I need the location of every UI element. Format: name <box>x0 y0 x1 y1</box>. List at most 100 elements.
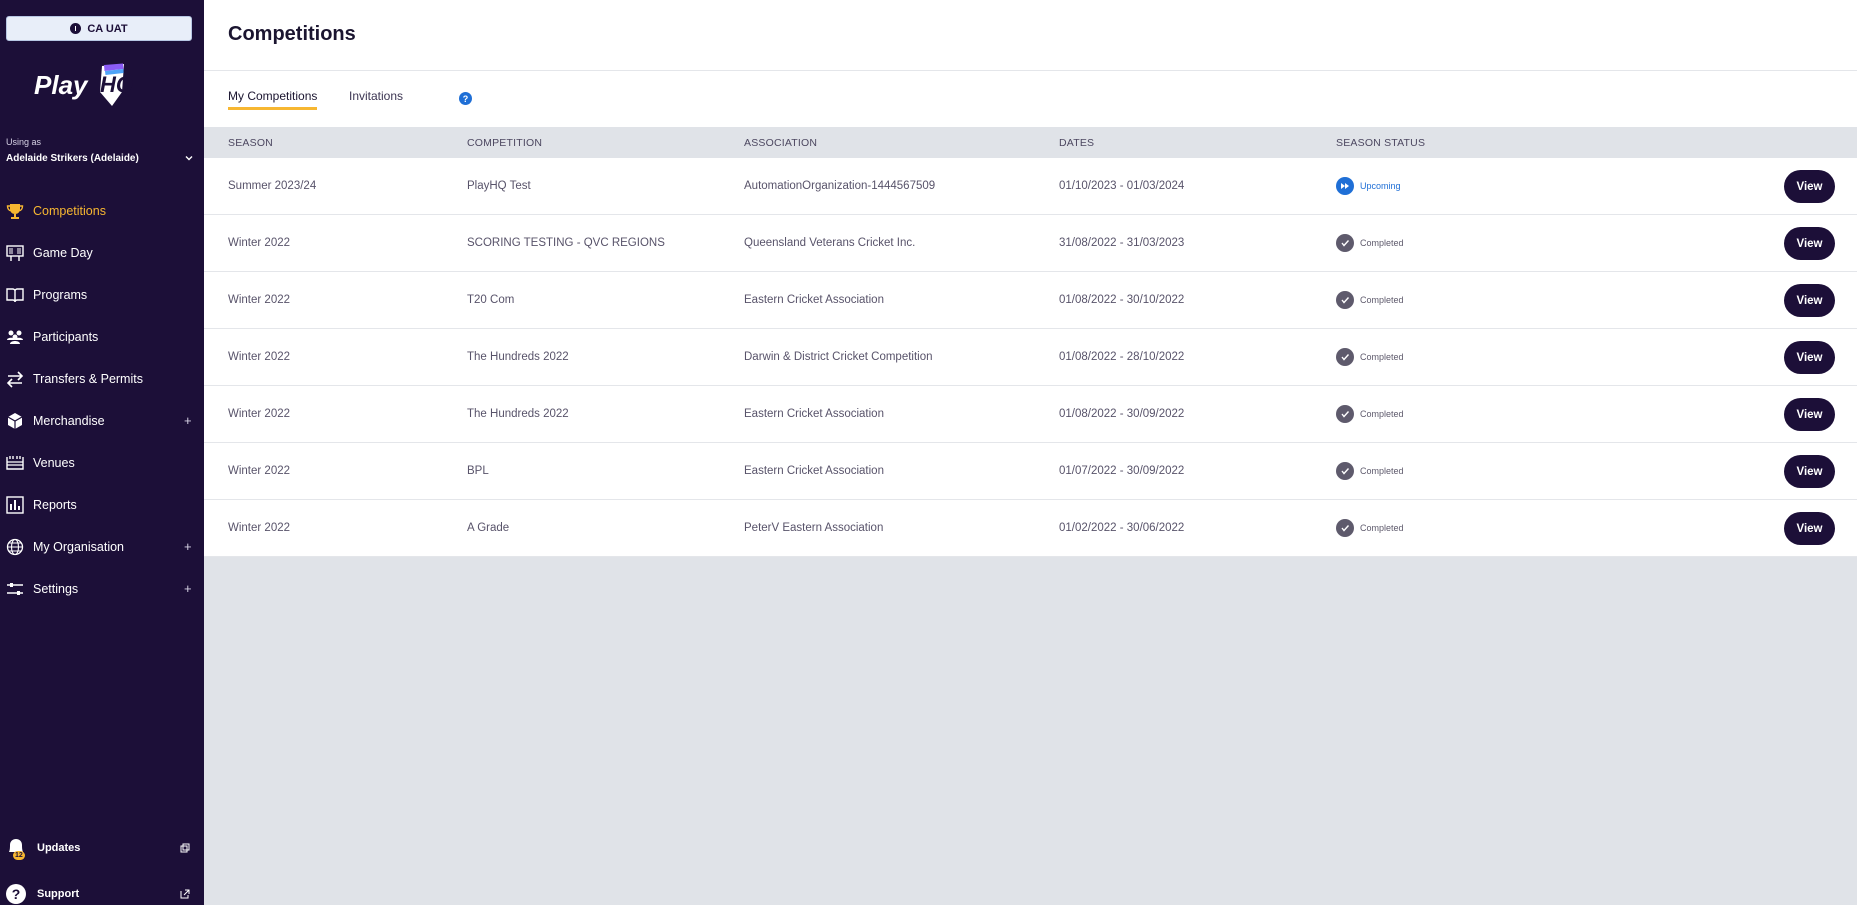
sidebar-item-reports[interactable]: Reports <box>0 484 204 526</box>
status-text: Completed <box>1360 295 1404 305</box>
chevron-down-icon[interactable] <box>184 153 194 163</box>
sidebar-updates[interactable]: 12 Updates <box>0 833 204 863</box>
view-button[interactable]: View <box>1784 284 1835 317</box>
checkmark-icon <box>1336 462 1354 480</box>
view-button[interactable]: View <box>1784 512 1835 545</box>
competition-cell: The Hundreds 2022 <box>467 351 569 363</box>
sidebar-item-label: Reports <box>33 498 77 512</box>
status-text: Completed <box>1360 409 1404 419</box>
stadium-icon <box>5 453 25 473</box>
view-button[interactable]: View <box>1784 341 1835 374</box>
table-row: Winter 2022 BPL Eastern Cricket Associat… <box>204 443 1857 500</box>
table-header: SEASON COMPETITION ASSOCIATION DATES SEA… <box>204 127 1857 158</box>
dates-cell: 01/08/2022 - 30/10/2022 <box>1059 294 1185 306</box>
sidebar-item-transfers-permits[interactable]: Transfers & Permits <box>0 358 204 400</box>
status-badge: Completed <box>1336 405 1404 423</box>
table-row: Winter 2022 The Hundreds 2022 Darwin & D… <box>204 329 1857 386</box>
sidebar-item-label: Venues <box>33 456 75 470</box>
sidebar-item-label: Settings <box>33 582 79 596</box>
season-cell: Winter 2022 <box>228 351 291 363</box>
column-header-dates: DATES <box>1059 137 1095 149</box>
sidebar-support[interactable]: ? Support <box>0 879 204 905</box>
dates-cell: 01/08/2022 - 28/10/2022 <box>1059 351 1185 363</box>
sidebar-item-merchandise[interactable]: Merchandise + <box>0 400 204 442</box>
organisation-selector[interactable]: Adelaide Strikers (Adelaide) <box>6 153 139 164</box>
fast-forward-icon <box>1336 177 1354 195</box>
competition-cell: A Grade <box>467 522 510 534</box>
sidebar: CA UAT Play HQ Using as Adelaide Striker… <box>0 0 204 905</box>
external-link-icon <box>180 889 190 899</box>
season-cell: Winter 2022 <box>228 237 291 249</box>
season-cell: Winter 2022 <box>228 408 291 420</box>
sidebar-item-label: Competitions <box>33 204 106 218</box>
using-as-label: Using as <box>6 137 42 147</box>
column-header-competition: COMPETITION <box>467 137 543 149</box>
status-text: Completed <box>1360 238 1404 248</box>
expand-plus-icon[interactable]: + <box>184 582 192 595</box>
sidebar-item-game-day[interactable]: Game Day <box>0 232 204 274</box>
dates-cell: 01/02/2022 - 30/06/2022 <box>1059 522 1185 534</box>
sidebar-item-programs[interactable]: Programs <box>0 274 204 316</box>
expand-plus-icon[interactable]: + <box>184 414 192 427</box>
column-header-association: ASSOCIATION <box>744 137 818 149</box>
status-badge: Completed <box>1336 348 1404 366</box>
tab-invitations[interactable]: Invitations <box>349 89 403 107</box>
association-cell: Eastern Cricket Association <box>744 294 884 306</box>
column-header-season-status: SEASON STATUS <box>1336 137 1426 149</box>
competition-cell: SCORING TESTING - QVC REGIONS <box>467 237 665 249</box>
checkmark-icon <box>1336 519 1354 537</box>
sliders-icon <box>5 579 25 599</box>
table-row: Summer 2023/24 PlayHQ Test AutomationOrg… <box>204 158 1857 215</box>
expand-plus-icon[interactable]: + <box>184 540 192 553</box>
sidebar-item-venues[interactable]: Venues <box>0 442 204 484</box>
table-row: Winter 2022 A Grade PeterV Eastern Assoc… <box>204 500 1857 557</box>
competitions-table: SEASON COMPETITION ASSOCIATION DATES SEA… <box>204 127 1857 557</box>
status-text: Completed <box>1360 352 1404 362</box>
globe-icon <box>5 537 25 557</box>
updates-count-badge: 12 <box>13 851 25 860</box>
playhq-logo[interactable]: Play HQ <box>34 62 154 118</box>
season-cell: Winter 2022 <box>228 522 291 534</box>
sidebar-item-label: Participants <box>33 330 99 344</box>
sidebar-item-label: My Organisation <box>33 540 125 554</box>
season-cell: Winter 2022 <box>228 465 291 477</box>
view-button[interactable]: View <box>1784 227 1835 260</box>
external-window-icon <box>180 843 190 853</box>
sidebar-item-competitions[interactable]: Competitions <box>0 190 204 232</box>
tab-my-competitions[interactable]: My Competitions <box>228 89 318 110</box>
status-text: Upcoming <box>1360 181 1401 191</box>
table-row: Winter 2022 T20 Com Eastern Cricket Asso… <box>204 272 1857 329</box>
view-button[interactable]: View <box>1784 170 1835 203</box>
bell-icon: 12 <box>5 837 27 860</box>
sidebar-item-participants[interactable]: Participants <box>0 316 204 358</box>
status-text: Completed <box>1360 523 1404 533</box>
association-cell: Darwin & District Cricket Competition <box>744 351 933 363</box>
environment-badge[interactable]: CA UAT <box>6 16 192 41</box>
view-button[interactable]: View <box>1784 455 1835 488</box>
association-cell: PeterV Eastern Association <box>744 522 884 534</box>
dates-cell: 01/08/2022 - 30/09/2022 <box>1059 408 1185 420</box>
box-icon <box>5 411 25 431</box>
people-icon <box>5 327 25 347</box>
dates-cell: 01/07/2022 - 30/09/2022 <box>1059 465 1185 477</box>
svg-text:HQ: HQ <box>100 72 133 97</box>
sidebar-item-settings[interactable]: Settings + <box>0 568 204 610</box>
info-icon <box>70 23 82 34</box>
sidebar-item-label: Merchandise <box>33 414 105 428</box>
association-cell: AutomationOrganization-1444567509 <box>744 180 936 192</box>
status-badge: Completed <box>1336 519 1404 537</box>
transfer-arrows-icon <box>5 369 25 389</box>
view-button[interactable]: View <box>1784 398 1835 431</box>
sidebar-item-my-organisation[interactable]: My Organisation + <box>0 526 204 568</box>
help-icon[interactable]: ? <box>459 92 472 105</box>
svg-text:Play: Play <box>34 70 89 100</box>
support-label: Support <box>37 888 80 900</box>
status-badge: Upcoming <box>1336 177 1401 195</box>
column-header-season: SEASON <box>228 137 273 149</box>
status-badge: Completed <box>1336 462 1404 480</box>
updates-label: Updates <box>37 842 81 854</box>
main-content: Competitions My Competitions Invitations… <box>204 0 1857 905</box>
dates-cell: 31/08/2022 - 31/03/2023 <box>1059 237 1185 249</box>
status-badge: Completed <box>1336 291 1404 309</box>
competition-cell: The Hundreds 2022 <box>467 408 569 420</box>
